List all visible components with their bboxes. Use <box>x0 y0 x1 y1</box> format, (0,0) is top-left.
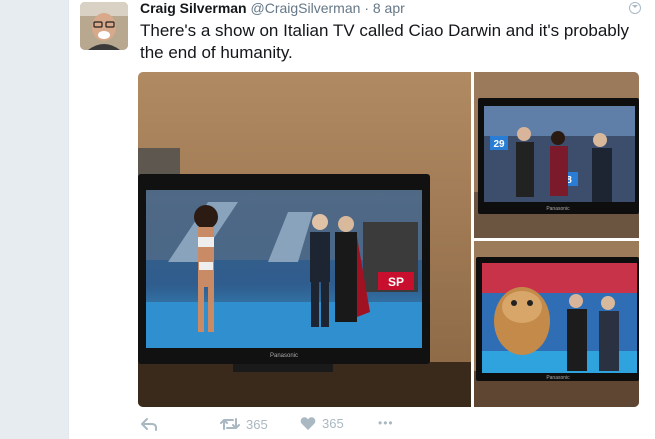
retweet-count: 365 <box>246 416 268 432</box>
tweet-actions: 365 365 ••• <box>140 416 440 436</box>
caret-icon[interactable] <box>629 2 641 14</box>
photo-bottom-right[interactable]: Panasonic <box>474 241 639 407</box>
reply-icon <box>141 418 157 431</box>
media-grid: SP Panasonic 29 8 Panasonic Panasonic <box>138 72 639 407</box>
top-right-tv-brand: Panasonic <box>546 206 570 212</box>
tweet-text: There's a show on Italian TV called Ciao… <box>140 21 630 62</box>
avatar[interactable] <box>80 2 128 50</box>
more-button[interactable]: ••• <box>378 416 394 430</box>
timestamp[interactable]: 8 apr <box>373 0 405 16</box>
like-count: 365 <box>322 416 344 431</box>
top-right-number-1: 29 <box>493 139 505 150</box>
author-name[interactable]: Craig Silverman <box>140 0 247 16</box>
retweet-icon <box>220 418 240 430</box>
bottom-right-tv-brand: Panasonic <box>546 375 570 381</box>
like-button[interactable]: 365 <box>300 416 344 431</box>
heart-icon <box>300 417 316 430</box>
reply-button[interactable] <box>140 416 158 432</box>
author-handle[interactable]: @CraigSilverman <box>251 0 361 16</box>
photo-top-right[interactable]: 29 8 Panasonic <box>474 72 639 238</box>
main-tv-brand: Panasonic <box>270 353 298 359</box>
photo-main[interactable]: SP Panasonic <box>138 72 471 407</box>
separator: · <box>364 0 369 16</box>
retweet-button[interactable]: 365 <box>220 416 268 432</box>
main-tv-sign: SP <box>388 275 404 289</box>
more-icon: ••• <box>378 416 394 430</box>
tweet-header: Craig Silverman @CraigSilverman · 8 apr <box>140 0 405 16</box>
